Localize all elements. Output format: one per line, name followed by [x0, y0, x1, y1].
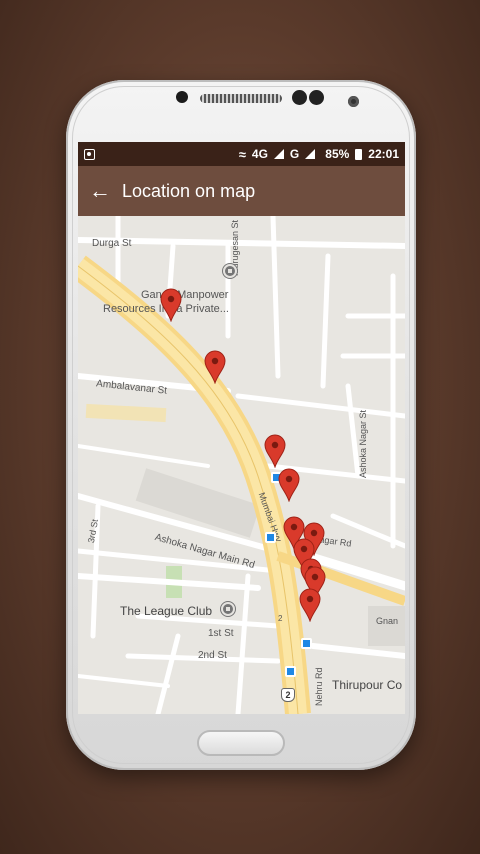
network-type-2: G — [289, 147, 300, 161]
poi-label-league-club: The League Club — [120, 604, 213, 618]
street-label-ashoka-nagar-st: Ashoka Nagar St — [358, 409, 368, 478]
poi-label-line1: Ganga Manpower — [141, 289, 229, 301]
street-label-durga: Durga St — [92, 238, 132, 249]
front-camera — [348, 96, 359, 107]
earpiece-speaker — [200, 94, 282, 103]
poi-label-thirupour: Thirupour Co — [332, 678, 403, 692]
wifi-icon: ≈ — [238, 146, 246, 162]
location-marker-icon[interactable] — [204, 350, 226, 384]
building-block — [368, 606, 405, 646]
street-label-nehru: Nehru Rd — [314, 667, 324, 706]
location-marker-icon[interactable] — [299, 588, 321, 622]
route-shield: 2 — [281, 688, 295, 702]
location-marker-icon[interactable] — [278, 468, 300, 502]
map-view[interactable]: Durga St Ganga Manpower Resources India … — [78, 216, 405, 714]
sensor-right — [309, 90, 324, 105]
signal-icon-2 — [305, 149, 316, 159]
street-label-1st: 1st St — [208, 628, 234, 639]
notification-icon — [84, 148, 95, 160]
signal-icon — [273, 149, 284, 159]
network-type: 4G — [251, 147, 268, 161]
proximity-sensor — [176, 91, 188, 103]
screen: ≈ 4G G 85% 22:01 ← Location on map Durga… — [78, 142, 405, 714]
poi-landmark-icon[interactable] — [223, 264, 237, 278]
route-marker-small: 2 — [278, 614, 283, 623]
bus-stop-icon[interactable] — [301, 638, 312, 649]
bus-stop-icon[interactable] — [285, 666, 296, 677]
page-title: Location on map — [122, 180, 256, 201]
home-button[interactable] — [197, 730, 285, 756]
sensor-left — [292, 90, 307, 105]
map-base — [78, 216, 405, 714]
clock: 22:01 — [368, 147, 399, 161]
street-label-2nd: 2nd St — [198, 650, 227, 661]
poi-club-icon[interactable] — [221, 602, 235, 616]
status-bar: ≈ 4G G 85% 22:01 — [78, 142, 405, 166]
battery-percent: 85% — [325, 147, 350, 161]
battery-icon — [355, 148, 363, 160]
arrow-back-icon[interactable]: ← — [78, 166, 122, 216]
street-label-gnana: Gnan — [376, 616, 399, 626]
location-marker-icon[interactable] — [160, 288, 182, 322]
bus-stop-icon[interactable] — [265, 532, 276, 543]
location-marker-icon[interactable] — [264, 434, 286, 468]
app-toolbar: ← Location on map — [78, 166, 405, 216]
